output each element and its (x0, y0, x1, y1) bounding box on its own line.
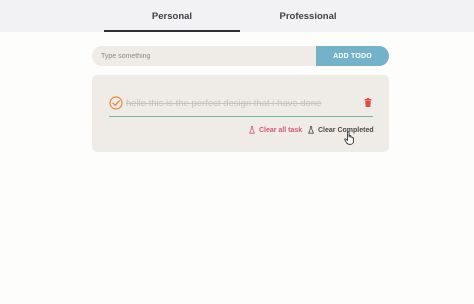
todo-text: hello this is the perfect design that i … (126, 98, 322, 109)
flask-icon (308, 126, 314, 134)
flask-icon (249, 126, 255, 134)
add-todo-form: ADD TODO (92, 46, 389, 66)
todo-input[interactable] (92, 46, 316, 66)
add-todo-button[interactable]: ADD TODO (316, 46, 389, 66)
active-tab-indicator (104, 30, 240, 32)
check-circle-icon[interactable] (109, 96, 123, 110)
clear-all-label: Clear all task (259, 126, 303, 134)
hand-pointer-icon (344, 131, 354, 145)
clear-all-button[interactable]: Clear all task (249, 125, 302, 135)
tab-personal[interactable]: Personal (104, 0, 240, 32)
app-window: Personal Professional ADD TODO hello thi… (0, 0, 474, 304)
tab-professional[interactable]: Professional (240, 0, 376, 32)
clear-completed-button[interactable]: Clear Completed (308, 125, 374, 135)
trash-icon[interactable] (364, 98, 372, 107)
tab-bar: Personal Professional (0, 0, 474, 32)
todo-item: hello this is the perfect design that i … (109, 95, 373, 117)
